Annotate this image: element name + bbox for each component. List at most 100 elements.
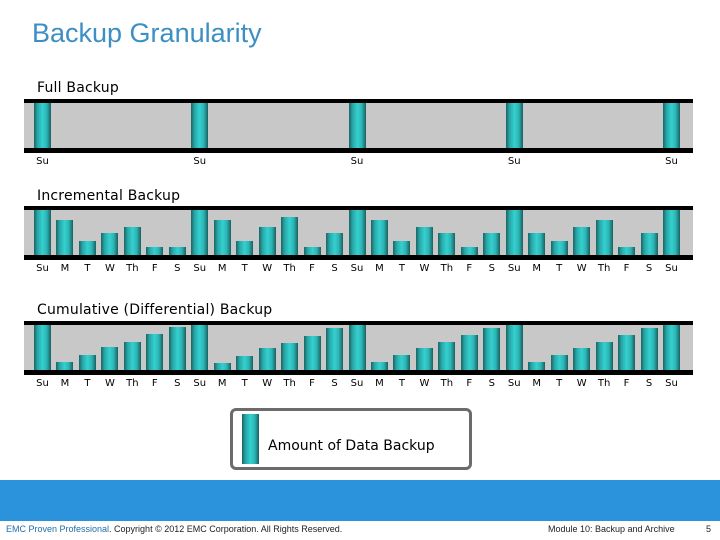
bar-cumulative-su [663, 325, 680, 370]
bar-incremental-f [460, 247, 478, 255]
day-label: Su [36, 263, 49, 274]
bar-incremental-th [123, 226, 141, 255]
day-label: M [217, 378, 227, 389]
day-label: Th [283, 378, 296, 389]
bar-full-su [663, 103, 680, 148]
bar-cumulative-m [56, 361, 74, 370]
day-label: F [151, 378, 158, 389]
day-label: M [375, 378, 384, 389]
day-label: Su [507, 378, 521, 389]
day-label: Th [440, 263, 454, 274]
day-label: S [331, 263, 338, 274]
legend-bar-swatch [242, 414, 259, 464]
bar-incremental-m [370, 219, 388, 255]
slide-title: Backup Granularity [32, 18, 262, 48]
day-label: Su [36, 156, 49, 167]
bar-incremental-m [213, 219, 231, 255]
bar-incremental-t [393, 240, 411, 255]
day-label: W [262, 263, 273, 274]
bar-cumulative-su [34, 325, 51, 370]
bar-incremental-th [438, 232, 456, 255]
footer-copyright: EMC Proven Professional. Copyright © 201… [6, 524, 342, 534]
bar-cumulative-s [326, 328, 344, 370]
day-label: Su [350, 378, 364, 389]
incremental-backup-label: Incremental Backup [37, 188, 181, 204]
bar-incremental-s [168, 247, 186, 255]
bar-incremental-f [618, 247, 636, 255]
day-label: Su [350, 263, 364, 274]
day-label: Su [193, 156, 207, 167]
bar-incremental-s [640, 232, 658, 255]
page-number: 5 [706, 524, 712, 534]
bar-incremental-th [281, 216, 299, 255]
bar-cumulative-t [550, 355, 568, 370]
day-label: W [104, 263, 115, 274]
day-label: S [174, 378, 181, 389]
day-label: T [84, 263, 91, 274]
day-label: S [645, 378, 653, 389]
day-label: Su [507, 156, 521, 167]
bar-incremental-t [78, 240, 96, 255]
bar-incremental-su [191, 210, 209, 255]
day-label: S [645, 263, 653, 274]
incremental-backup-strip [24, 206, 693, 260]
full-backup-strip [24, 99, 693, 153]
day-label: W [419, 263, 430, 274]
day-label: F [466, 263, 473, 274]
day-label: Th [126, 263, 139, 274]
day-label: S [174, 263, 181, 274]
bar-incremental-w [101, 232, 119, 255]
day-label: M [60, 263, 70, 274]
day-label: T [241, 378, 248, 389]
day-label: W [576, 263, 587, 274]
day-label: T [556, 378, 563, 389]
bar-cumulative-w [101, 346, 119, 370]
day-label: S [488, 263, 495, 274]
day-label: T [241, 263, 248, 274]
bar-cumulative-th [123, 342, 141, 370]
bar-cumulative-t [236, 356, 254, 370]
bar-cumulative-th [595, 341, 613, 370]
day-label: Th [597, 378, 611, 389]
day-label: Su [665, 263, 678, 274]
day-label: F [466, 378, 473, 389]
bar-cumulative-f [303, 335, 321, 370]
day-label: M [532, 378, 542, 389]
bar-full-su [191, 103, 209, 148]
bar-incremental-t [550, 240, 568, 255]
day-label: Su [665, 378, 678, 389]
day-label: S [331, 378, 338, 389]
day-label: F [151, 263, 158, 274]
footer-module: Module 10: Backup and Archive [548, 524, 675, 534]
day-label: W [576, 378, 587, 389]
bar-cumulative-s [168, 327, 186, 370]
bar-cumulative-w [573, 347, 591, 370]
day-label: Su [665, 156, 678, 167]
bar-incremental-w [573, 226, 591, 255]
bar-cumulative-f [146, 334, 164, 370]
day-label: F [309, 263, 315, 274]
bar-incremental-su [663, 210, 680, 255]
bar-incremental-w [415, 226, 433, 255]
legend-label: Amount of Data Backup [268, 438, 435, 454]
bar-incremental-su [348, 210, 366, 255]
bar-incremental-su [34, 210, 51, 255]
bar-cumulative-th [281, 343, 299, 370]
bar-incremental-su [505, 210, 523, 255]
day-label: Th [283, 263, 296, 274]
day-label: F [623, 263, 630, 274]
bar-full-su [34, 103, 51, 148]
day-label: W [419, 378, 430, 389]
day-label: T [556, 263, 563, 274]
bar-cumulative-t [393, 355, 411, 370]
bar-incremental-s [483, 232, 501, 255]
day-label: Su [350, 156, 364, 167]
bar-cumulative-t [78, 355, 96, 370]
legend-box: Amount of Data Backup [230, 408, 472, 470]
day-label: W [104, 378, 115, 389]
day-label: T [398, 263, 405, 274]
bar-incremental-s [326, 232, 344, 255]
bar-incremental-f [303, 247, 321, 255]
bar-incremental-t [236, 240, 254, 255]
day-label: Su [193, 263, 207, 274]
